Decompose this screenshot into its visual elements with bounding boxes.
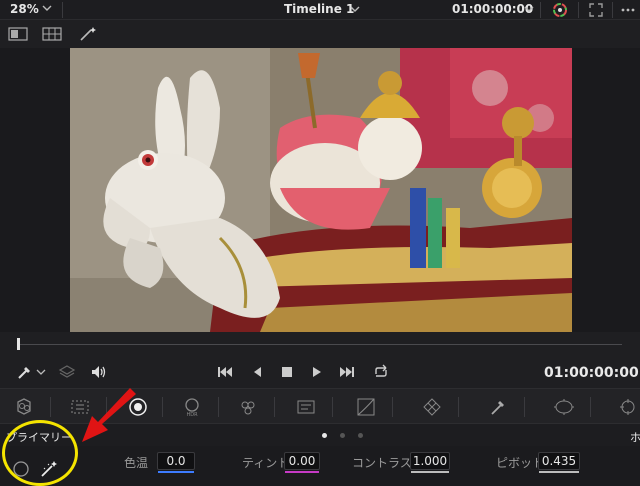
chevron-down-icon[interactable] bbox=[36, 364, 46, 380]
video-frame-image bbox=[70, 48, 572, 332]
temperature-indicator bbox=[158, 471, 194, 473]
pivot-indicator bbox=[539, 471, 579, 473]
color-wheel-icon[interactable] bbox=[552, 2, 568, 18]
viewer-top-bar: 28% Timeline 1 01:00:00:00 bbox=[0, 0, 640, 20]
skip-to-end-icon[interactable] bbox=[338, 364, 356, 380]
pivot-field[interactable]: 0.435 bbox=[538, 452, 580, 470]
divider bbox=[274, 397, 275, 417]
page-indicator-dot[interactable] bbox=[340, 433, 345, 438]
timeline-title[interactable]: Timeline 1 bbox=[284, 2, 354, 16]
page-indicator-dot[interactable] bbox=[358, 433, 363, 438]
motion-effects-icon[interactable] bbox=[294, 396, 318, 418]
skip-to-start-icon[interactable] bbox=[216, 364, 234, 380]
svg-text:HDR: HDR bbox=[186, 412, 198, 418]
current-timecode[interactable]: 01:00:00:00 bbox=[544, 365, 639, 381]
adjacent-panel-title: ホ bbox=[630, 431, 640, 444]
divider bbox=[50, 397, 51, 417]
divider bbox=[392, 397, 393, 417]
chevron-down-icon[interactable] bbox=[524, 4, 534, 14]
divider bbox=[578, 2, 579, 18]
camera-raw-icon[interactable] bbox=[12, 396, 36, 418]
timecode-display[interactable]: 01:00:00:00 bbox=[452, 2, 533, 16]
loop-icon[interactable] bbox=[372, 364, 390, 380]
single-viewer-icon[interactable] bbox=[8, 26, 28, 42]
tracker-icon[interactable] bbox=[614, 396, 638, 418]
layers-icon[interactable] bbox=[58, 364, 76, 380]
rgb-mixer-icon[interactable] bbox=[236, 396, 260, 418]
hdr-wheels-icon[interactable]: HDR bbox=[180, 396, 204, 418]
divider bbox=[458, 397, 459, 417]
scrubber-bar[interactable] bbox=[0, 334, 640, 356]
volume-icon[interactable] bbox=[90, 364, 108, 380]
fullscreen-icon[interactable] bbox=[588, 2, 604, 18]
more-options-icon[interactable] bbox=[620, 2, 636, 18]
curves-icon[interactable] bbox=[354, 396, 378, 418]
eyedropper-icon[interactable] bbox=[16, 364, 34, 380]
chevron-down-icon[interactable] bbox=[42, 3, 52, 13]
playhead[interactable] bbox=[17, 338, 20, 350]
magic-wand-icon[interactable] bbox=[78, 26, 98, 42]
contrast-field[interactable]: 1.000 bbox=[410, 452, 450, 470]
contrast-indicator bbox=[411, 471, 449, 473]
primary-parameters: 色温 0.0 ティント 0.00 コントラスト 1.000 ピボット 0.435 bbox=[0, 446, 640, 486]
highlight-circle bbox=[2, 420, 78, 486]
divider bbox=[612, 2, 613, 18]
divider bbox=[162, 397, 163, 417]
color-warper-icon[interactable] bbox=[420, 396, 444, 418]
temperature-label: 色温 bbox=[124, 456, 149, 470]
play-icon[interactable] bbox=[308, 364, 326, 380]
divider bbox=[332, 397, 333, 417]
divider bbox=[590, 397, 591, 417]
divider bbox=[62, 2, 63, 18]
annotation-arrow bbox=[82, 388, 136, 442]
video-frame[interactable] bbox=[70, 48, 572, 332]
tint-indicator bbox=[285, 471, 319, 473]
gallery-view-icon[interactable] bbox=[42, 26, 62, 42]
viewer-toolbar bbox=[0, 20, 640, 48]
tint-label: ティント bbox=[242, 456, 290, 470]
zoom-level[interactable]: 28% bbox=[10, 2, 39, 16]
scrubber-track[interactable] bbox=[18, 344, 622, 345]
temperature-field[interactable]: 0.0 bbox=[157, 452, 195, 470]
divider bbox=[540, 2, 541, 18]
chevron-down-icon[interactable] bbox=[350, 4, 360, 14]
pivot-label: ピボット bbox=[496, 456, 545, 470]
qualifier-icon[interactable] bbox=[486, 396, 510, 418]
stop-icon[interactable] bbox=[278, 364, 296, 380]
page-indicator-dot[interactable] bbox=[322, 433, 327, 438]
step-back-icon[interactable] bbox=[248, 364, 266, 380]
tint-field[interactable]: 0.00 bbox=[284, 452, 320, 470]
divider bbox=[524, 397, 525, 417]
window-icon[interactable] bbox=[552, 396, 576, 418]
divider bbox=[218, 397, 219, 417]
